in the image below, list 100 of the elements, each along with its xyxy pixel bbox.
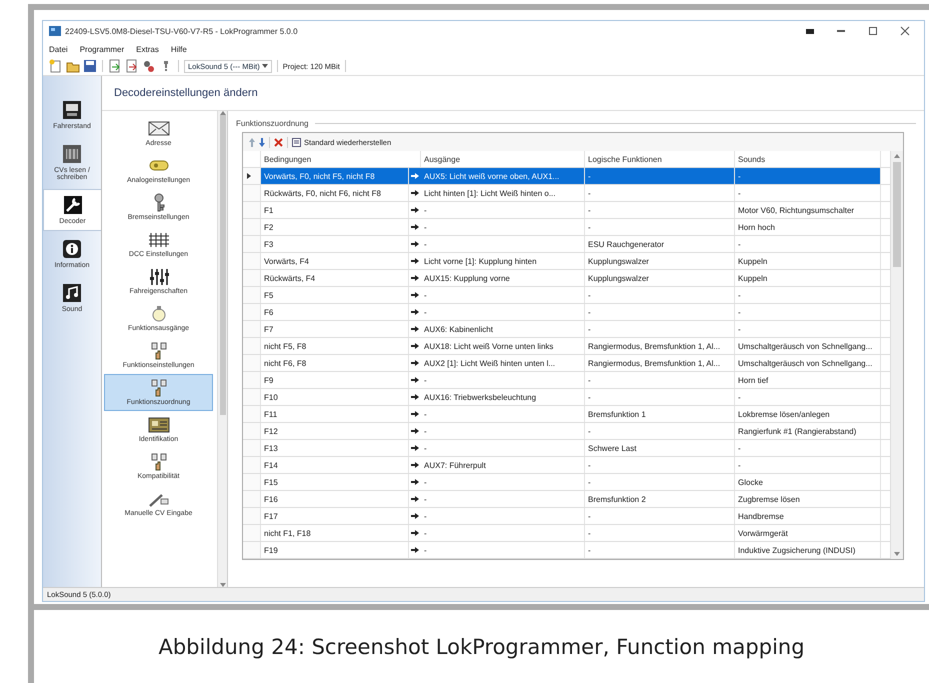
music-icon: [62, 283, 82, 303]
menu-item[interactable]: Programmer: [80, 44, 124, 54]
table-cell: Glocke: [735, 474, 881, 490]
table-cell: AUX5: Licht weiß vorne oben, AUX1...: [421, 168, 585, 184]
new-file-icon[interactable]: [49, 59, 63, 73]
arrow-icon: [411, 190, 419, 196]
table-cell: Bremsfunktion 2: [585, 491, 735, 507]
table-cell: -: [421, 236, 585, 252]
scrollbar-thumb[interactable]: [893, 162, 901, 267]
table-cell: -: [585, 389, 735, 405]
table-cell: nicht F6, F8: [261, 355, 409, 371]
column-header[interactable]: Ausgänge: [421, 151, 585, 167]
monitor-icon: [62, 100, 82, 120]
column-header[interactable]: Sounds: [735, 151, 881, 167]
table-cell: F17: [261, 508, 409, 524]
table-cell: -: [421, 525, 585, 541]
table-cell: Lokbremse lösen/anlegen: [735, 406, 881, 422]
table-cell: -: [421, 474, 585, 490]
table-cell: Handbremse: [735, 508, 881, 524]
arrow-icon: [411, 173, 419, 179]
table-cell: F2: [261, 219, 409, 235]
table-cell: -: [421, 491, 585, 507]
table-cell: F15: [261, 474, 409, 490]
table-cell: -: [735, 168, 881, 184]
table-cell: AUX15: Kupplung vorne: [421, 270, 585, 286]
table-cell: ESU Rauchgenerator: [585, 236, 735, 252]
table-cell: -: [421, 508, 585, 524]
table-cell: Motor V60, Richtungsumschalter: [735, 202, 881, 218]
table-cell: -: [735, 457, 881, 473]
figure-caption: Abbildung 24: Screenshot LokProgrammer, Function mapping: [158, 634, 805, 658]
table-cell: AUX6: Kabinenlicht: [421, 321, 585, 337]
scroll-up-icon: [894, 154, 900, 158]
scrollbar[interactable]: [890, 151, 903, 559]
save-icon[interactable]: [83, 59, 97, 73]
table-cell: Kupplungswalzer: [585, 253, 735, 269]
table-cell: F3: [261, 236, 409, 252]
table-cell: nicht F5, F8: [261, 338, 409, 354]
scrollbar[interactable]: [217, 111, 227, 587]
menu-item[interactable]: Datei: [49, 44, 68, 54]
arrow-icon: [411, 207, 419, 213]
table-cell: Vorwärmgerät: [735, 525, 881, 541]
envelope-icon: [146, 119, 170, 138]
arrow-icon: [411, 360, 419, 366]
scrollbar-thumb[interactable]: [220, 115, 226, 415]
table-cell: AUX7: Führerpult: [421, 457, 585, 473]
row-header[interactable]: [243, 168, 261, 184]
table-cell: Licht vorne [1]: Kupplung hinten: [421, 253, 585, 269]
table-cell: -: [421, 287, 585, 303]
table-cell: -: [735, 440, 881, 456]
table-cell: AUX18: Licht weiß Vorne unten links: [421, 338, 585, 354]
arrow-icon: [411, 428, 419, 434]
table-cell: -: [585, 525, 735, 541]
table-cell: -: [585, 423, 735, 439]
arrow-icon: [411, 547, 419, 553]
menu-item[interactable]: Extras: [136, 44, 159, 54]
table-cell: F13: [261, 440, 409, 456]
close-icon[interactable]: [900, 26, 910, 36]
table-cell: Horn hoch: [735, 219, 881, 235]
table-cell: -: [735, 304, 881, 320]
table-cell: Licht hinten [1]: Licht Weiß hinten o...: [421, 185, 585, 201]
arrow-icon: [411, 377, 419, 383]
table-cell: F11: [261, 406, 409, 422]
arrow-icon: [411, 462, 419, 468]
menu-item[interactable]: Hilfe: [170, 44, 187, 54]
list-icon: [292, 138, 301, 146]
table-cell: -: [585, 457, 735, 473]
table-cell: AUX16: Triebwerksbeleuchtung: [421, 389, 585, 405]
arrow-icon: [411, 479, 419, 485]
table-cell: -: [585, 202, 735, 218]
page-header: Decodereinstellungen ändern: [114, 87, 258, 99]
table-cell: F1: [261, 202, 409, 218]
arrow-icon: [411, 394, 419, 400]
card-icon: [146, 415, 170, 434]
arrow-icon: [411, 224, 419, 230]
table-cell: F16: [261, 491, 409, 507]
table-cell: F7: [261, 321, 409, 337]
table-cell: AUX2 [1]: Licht Weiß hinten unten l...: [421, 355, 585, 371]
table-cell: -: [735, 236, 881, 252]
grid-icon: [146, 230, 170, 249]
arrow-icon: [411, 326, 419, 332]
table-cell: Horn tief: [735, 372, 881, 388]
delete-icon: [274, 138, 283, 146]
arrow-icon: [411, 241, 419, 247]
table-cell: Kuppeln: [735, 270, 881, 286]
table-cell: Rangierfunk #1 (Rangierabstand): [735, 423, 881, 439]
table-cell: Rangiermodus, Bremsfunktion 1, Al...: [585, 355, 735, 371]
row-pointer-icon: [247, 173, 251, 179]
table-cell: -: [421, 304, 585, 320]
table-cell: -: [421, 440, 585, 456]
arrow-icon: [411, 258, 419, 264]
arrow-icon: [411, 343, 419, 349]
table-cell: Induktive Zugsicherung (INDUSI): [735, 542, 881, 558]
table-cell: F10: [261, 389, 409, 405]
arrow-icon: [411, 513, 419, 519]
table-cell: Rückwärts, F0, nicht F6, nicht F8: [261, 185, 409, 201]
maximize-icon[interactable]: [868, 26, 878, 36]
table-cell: F19: [261, 542, 409, 558]
table-cell: -: [585, 168, 735, 184]
table-cell: -: [585, 372, 735, 388]
table-cell: -: [585, 287, 735, 303]
